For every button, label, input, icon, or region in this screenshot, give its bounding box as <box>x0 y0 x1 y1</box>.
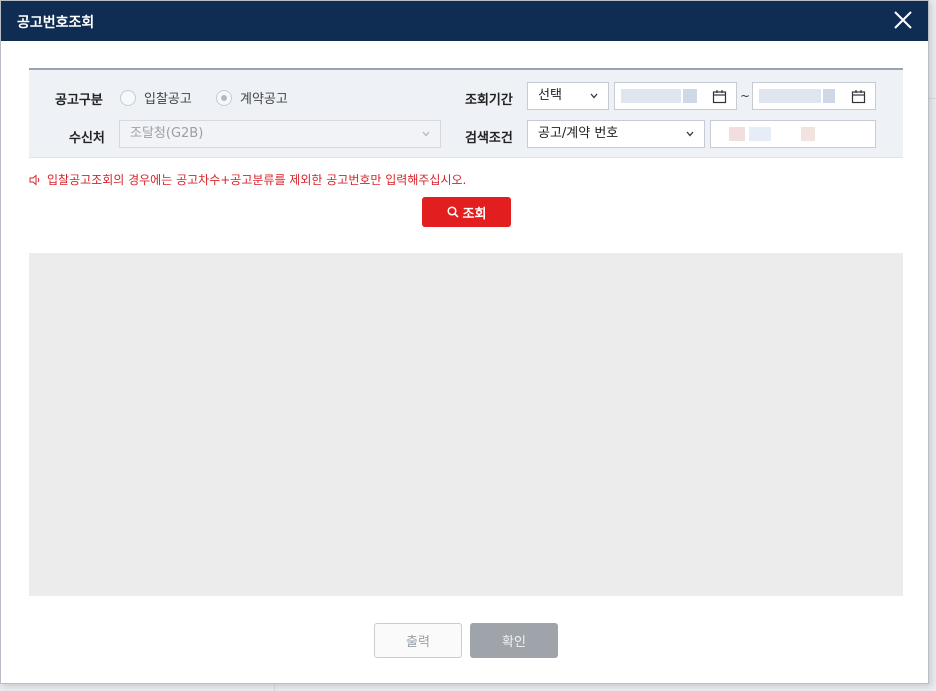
backdrop-divider <box>929 98 936 99</box>
notice-type-label: 공고구분 <box>55 93 103 108</box>
dialog-title: 공고번호조회 <box>17 15 95 31</box>
chevron-down-icon <box>686 131 694 137</box>
date-range-separator: ~ <box>740 89 751 103</box>
search-condition-select[interactable]: 공고/계약 번호 <box>527 120 705 148</box>
masked-input-value <box>749 127 771 141</box>
result-area <box>29 253 903 596</box>
search-icon <box>446 206 459 218</box>
radio-bid-notice[interactable]: 입찰공고 <box>120 88 192 107</box>
chevron-down-icon <box>590 93 598 99</box>
masked-date-value <box>683 89 697 103</box>
recipient-select: 조달청(G2B) <box>119 120 441 148</box>
end-date-field[interactable] <box>752 82 876 110</box>
masked-date-value <box>823 89 835 103</box>
masked-input-value <box>801 127 815 141</box>
search-condition-select-value: 공고/계약 번호 <box>538 126 619 141</box>
radio-circle[interactable] <box>216 89 232 106</box>
notice-number-input[interactable] <box>710 120 876 148</box>
radio-contract-notice-label: 계약공고 <box>240 92 288 107</box>
calendar-icon[interactable] <box>851 89 866 104</box>
notice-text: 입찰공고조회의 경우에는 공고차수+공고분류를 제외한 공고번호만 입력해주십시… <box>47 173 467 187</box>
confirm-button-label: 확인 <box>502 635 526 650</box>
period-label: 조회기간 <box>465 93 513 108</box>
radio-circle[interactable] <box>120 89 136 106</box>
close-icon[interactable] <box>892 9 914 31</box>
search-condition-label: 검색조건 <box>465 131 513 146</box>
search-button-label: 조회 <box>462 206 487 222</box>
radio-bid-notice-label: 입찰공고 <box>144 92 192 107</box>
print-button[interactable]: 출력 <box>374 623 462 658</box>
masked-date-value <box>759 89 821 103</box>
masked-date-value <box>621 89 681 103</box>
period-select[interactable]: 선택 <box>527 82 609 110</box>
radio-contract-notice[interactable]: 계약공고 <box>216 88 288 107</box>
masked-input-value <box>729 127 745 141</box>
notice-message: 입찰공고조회의 경우에는 공고차수+공고분류를 제외한 공고번호만 입력해주십시… <box>29 171 466 188</box>
period-select-value: 선택 <box>538 88 562 103</box>
calendar-icon[interactable] <box>712 89 727 104</box>
print-button-label: 출력 <box>406 635 430 650</box>
dialog-titlebar: 공고번호조회 <box>1 1 928 41</box>
search-panel: 공고구분 입찰공고 계약공고 조회기간 선택 ~ 수신처 조달청(G2B) 검색… <box>29 68 903 158</box>
search-button[interactable]: 조회 <box>422 197 511 227</box>
recipient-label: 수신처 <box>69 131 105 146</box>
recipient-select-value: 조달청(G2B) <box>130 126 204 141</box>
backdrop-divider <box>274 684 275 691</box>
notice-number-dialog: 공고번호조회 공고구분 입찰공고 계약공고 조회기간 선택 ~ 수신처 조달청(… <box>0 0 929 684</box>
chevron-down-icon <box>422 131 430 137</box>
confirm-button[interactable]: 확인 <box>470 623 558 658</box>
start-date-field[interactable] <box>614 82 737 110</box>
speaker-icon <box>29 173 40 186</box>
